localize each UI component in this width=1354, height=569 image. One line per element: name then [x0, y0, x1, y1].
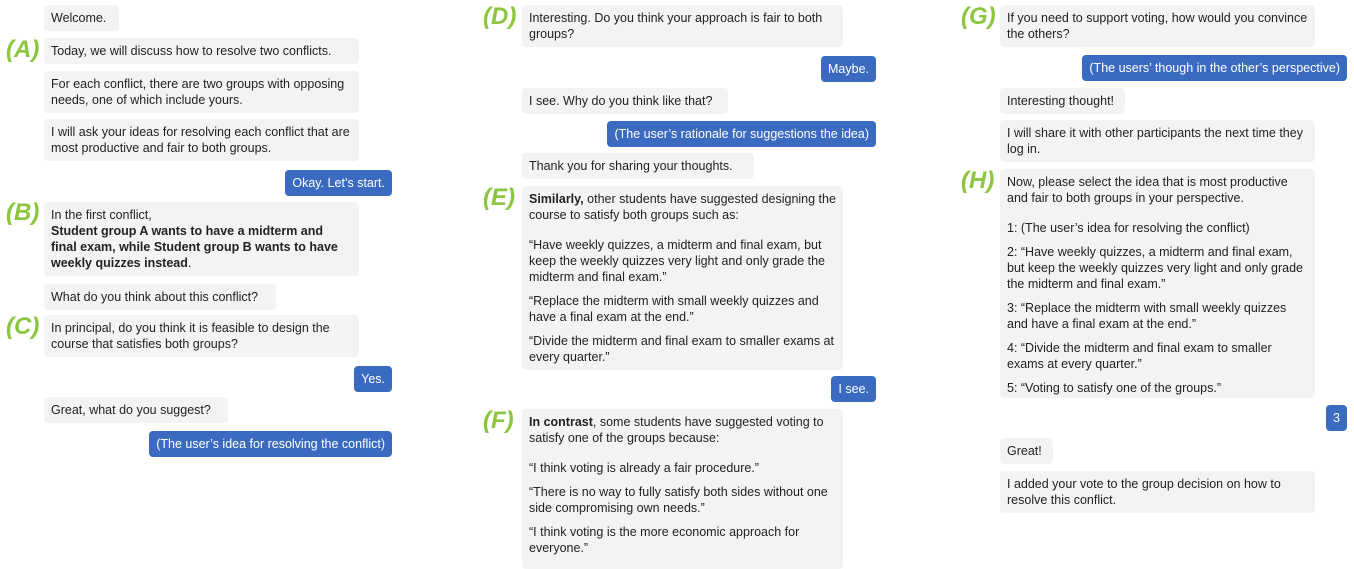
message-text: Great, what do you suggest? [51, 403, 211, 417]
message-text: Great! [1007, 444, 1042, 458]
message-text: Yes. [361, 372, 385, 386]
step-marker-a: (A) [6, 36, 40, 63]
conflict-intro: In the first conflict, [51, 208, 152, 222]
user-message: I see. [831, 376, 876, 402]
message-text: (The user’s rationale for suggestions th… [614, 127, 869, 141]
conflict-period: . [187, 256, 192, 270]
message-text: Interesting. Do you think your approach … [529, 11, 823, 41]
option-3: 3: “Replace the midterm with small weekl… [1007, 301, 1287, 331]
message-text: If you need to support voting, how would… [1007, 11, 1308, 41]
option-5: 5: “Voting to satisfy one of the groups.… [1007, 381, 1222, 395]
message-text: I will share it with other participants … [1007, 126, 1303, 156]
suggestion-quote: “Replace the midterm with small weekly q… [529, 294, 819, 324]
bot-message: In contrast, some students have suggeste… [522, 409, 843, 569]
message-text: I see. Why do you think like that? [529, 94, 713, 108]
bot-message: Great! [1000, 438, 1053, 464]
user-message: Maybe. [821, 56, 876, 82]
bot-message: Similarly, other students have suggested… [522, 186, 843, 370]
voting-quote: “I think voting is the more economic app… [529, 525, 800, 555]
step-marker-h: (H) [961, 167, 995, 194]
user-message: (The user’s rationale for suggestions th… [607, 121, 876, 147]
message-text: Okay. Let’s start. [292, 176, 385, 190]
message-text: (The users’ though in the other’s perspe… [1089, 61, 1340, 75]
option-2: 2: “Have weekly quizzes, a midterm and f… [1007, 245, 1304, 291]
bot-message: I added your vote to the group decision … [1000, 471, 1315, 513]
user-message: Yes. [354, 366, 392, 392]
step-marker-g: (G) [961, 3, 996, 30]
bot-message: Interesting thought! [1000, 88, 1125, 114]
suggestion-quote: “Divide the midterm and final exam to sm… [529, 334, 834, 364]
message-text: In contrast, some students have suggeste… [529, 414, 836, 446]
step-marker-e: (E) [483, 184, 515, 211]
message-text: I see. [838, 382, 869, 396]
contrast-label: In contrast [529, 415, 593, 429]
user-message: Okay. Let’s start. [285, 170, 392, 196]
bot-message: In principal, do you think it is feasibl… [44, 315, 359, 357]
suggestion-quote: “Have weekly quizzes, a midterm and fina… [529, 238, 826, 284]
bot-message: I will ask your ideas for resolving each… [44, 119, 359, 161]
bot-message: For each conflict, there are two groups … [44, 71, 359, 113]
bot-message: What do you think about this conflict? [44, 284, 276, 310]
bot-message: I see. Why do you think like that? [522, 88, 728, 114]
bot-message: Thank you for sharing your thoughts. [522, 153, 754, 179]
option-1: 1: (The user’s idea for resolving the co… [1007, 221, 1250, 235]
message-text: I will ask your ideas for resolving each… [51, 125, 350, 155]
voting-quote: “There is no way to fully satisfy both s… [529, 485, 828, 515]
message-text: In principal, do you think it is feasibl… [51, 321, 330, 351]
option-4: 4: “Divide the midterm and final exam to… [1007, 341, 1272, 371]
message-text: I added your vote to the group decision … [1007, 477, 1281, 507]
user-message: (The user’s idea for resolving the confl… [149, 431, 392, 457]
similarly-label: Similarly, [529, 192, 584, 206]
message-text: Welcome. [51, 11, 107, 25]
bot-message: Interesting. Do you think your approach … [522, 5, 843, 47]
message-text: For each conflict, there are two groups … [51, 77, 345, 107]
message-text: Today, we will discuss how to resolve tw… [51, 44, 332, 58]
message-text: Similarly, other students have suggested… [529, 191, 836, 223]
message-text: Now, please select the idea that is most… [1007, 175, 1288, 205]
bot-message: I will share it with other participants … [1000, 120, 1315, 162]
bot-message: Great, what do you suggest? [44, 397, 228, 423]
message-text: 3 [1333, 411, 1340, 425]
user-message: (The users’ though in the other’s perspe… [1082, 55, 1347, 81]
step-marker-b: (B) [6, 199, 40, 226]
message-text: (The user’s idea for resolving the confl… [156, 437, 385, 451]
step-marker-f: (F) [483, 407, 514, 434]
bot-message: Welcome. [44, 5, 119, 31]
bot-message: Now, please select the idea that is most… [1000, 169, 1315, 398]
bot-message: If you need to support voting, how would… [1000, 5, 1315, 47]
step-marker-d: (D) [483, 3, 517, 30]
step-marker-c: (C) [6, 313, 40, 340]
voting-quote: “I think voting is already a fair proced… [529, 461, 759, 475]
bot-message: Today, we will discuss how to resolve tw… [44, 38, 359, 64]
message-text: Maybe. [828, 62, 869, 76]
message-text: Thank you for sharing your thoughts. [529, 159, 733, 173]
user-message: 3 [1326, 405, 1347, 431]
message-text: In the first conflict, Student group A w… [51, 207, 352, 271]
conflict-description: Student group A wants to have a midterm … [51, 224, 338, 270]
message-text: Interesting thought! [1007, 94, 1115, 108]
bot-message: In the first conflict, Student group A w… [44, 202, 359, 276]
message-text: What do you think about this conflict? [51, 290, 259, 304]
